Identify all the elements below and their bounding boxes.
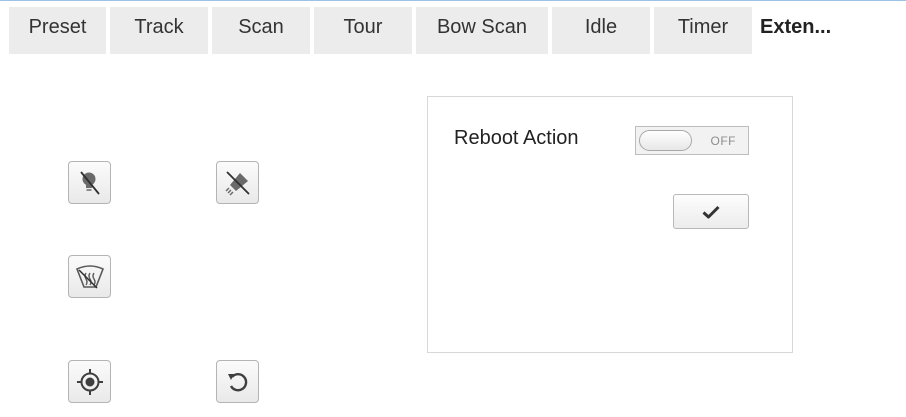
tab-bow-scan[interactable]: Bow Scan (416, 7, 548, 54)
wiper-off-button[interactable] (216, 161, 259, 204)
defog-icon (75, 264, 104, 289)
reset-button[interactable] (216, 360, 259, 403)
target-icon (76, 368, 103, 395)
tab-timer[interactable]: Timer (654, 7, 752, 54)
reboot-panel: Reboot Action OFF (427, 96, 793, 353)
rotate-ccw-icon (227, 372, 247, 391)
tab-extension[interactable]: Exten... (756, 7, 866, 54)
light-off-button[interactable] (68, 161, 111, 204)
light-off-icon (79, 170, 100, 195)
top-divider (0, 0, 906, 1)
tab-scan[interactable]: Scan (212, 7, 310, 54)
tab-tour[interactable]: Tour (314, 7, 412, 54)
reboot-action-label: Reboot Action (454, 127, 579, 149)
toggle-state-label: OFF (710, 134, 736, 148)
defog-button[interactable] (68, 255, 111, 298)
wiper-off-icon (224, 170, 250, 196)
toggle-knob (639, 130, 692, 151)
tab-preset[interactable]: Preset (9, 7, 106, 54)
tab-bar: Preset Track Scan Tour Bow Scan Idle Tim… (9, 7, 870, 54)
focus-target-button[interactable] (68, 360, 111, 403)
checkmark-icon (702, 205, 720, 218)
extension-page: Preset Track Scan Tour Bow Scan Idle Tim… (0, 0, 906, 417)
tab-idle[interactable]: Idle (552, 7, 650, 54)
confirm-button[interactable] (673, 194, 749, 229)
tab-track[interactable]: Track (110, 7, 208, 54)
reboot-toggle[interactable]: OFF (635, 126, 749, 155)
